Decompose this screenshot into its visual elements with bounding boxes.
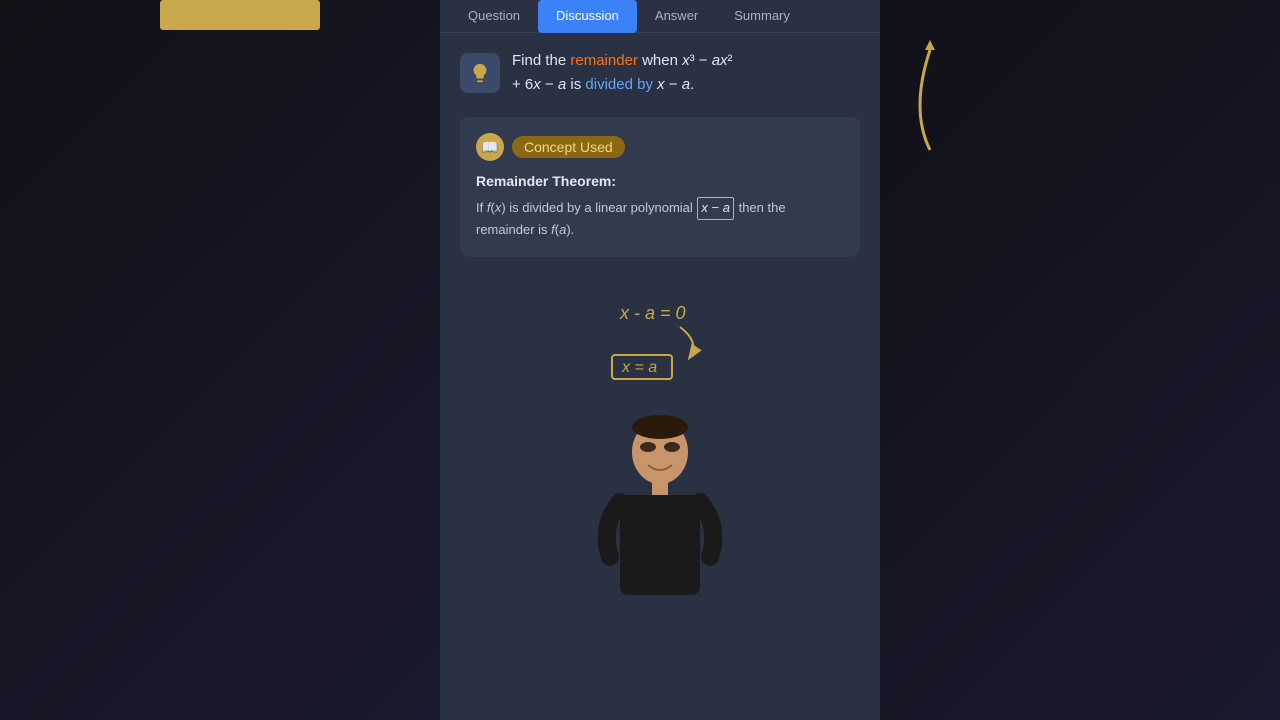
- thumbnail: [160, 0, 320, 30]
- theorem-title: Remainder Theorem:: [476, 173, 844, 189]
- arrow-decoration: [890, 40, 970, 160]
- question-prefix: Find the: [512, 52, 570, 69]
- tab-discussion[interactable]: Discussion: [538, 0, 637, 33]
- bulb-icon: [460, 53, 500, 93]
- tab-question[interactable]: Question: [450, 0, 538, 33]
- question-math: x³ − ax²: [682, 52, 732, 69]
- question-mid3: x − a.: [657, 76, 694, 93]
- book-icon: 📖: [476, 133, 504, 161]
- tabs-bar: Question Discussion Answer Summary: [440, 0, 880, 33]
- question-row: Find the remainder when x³ − ax² + 6x − …: [460, 49, 860, 97]
- teacher-svg: [595, 407, 725, 597]
- theorem-prefix: If f(x) is divided by a linear polynomia…: [476, 200, 696, 215]
- svg-text:x = a: x = a: [621, 359, 657, 376]
- svg-text:x - a = 0: x - a = 0: [619, 303, 686, 323]
- main-content: Question Discussion Answer Summary Find …: [440, 0, 880, 720]
- handwriting-area: x - a = 0 x = a: [460, 277, 860, 407]
- right-panel: [880, 0, 1280, 720]
- concept-label: Concept Used: [512, 136, 625, 158]
- question-mid2: + 6x − a is: [512, 76, 585, 93]
- question-highlight-divided: divided by: [585, 76, 653, 93]
- content-area: Find the remainder when x³ − ax² + 6x − …: [440, 33, 880, 720]
- question-mid1: when: [642, 52, 682, 69]
- teacher-figure: [595, 407, 725, 597]
- left-panel-bg: [0, 0, 440, 720]
- tab-summary[interactable]: Summary: [716, 0, 808, 33]
- question-text: Find the remainder when x³ − ax² + 6x − …: [512, 49, 733, 97]
- theorem-text: If f(x) is divided by a linear polynomia…: [476, 197, 844, 241]
- tab-answer[interactable]: Answer: [637, 0, 716, 33]
- concept-header: 📖 Concept Used: [476, 133, 844, 161]
- handwriting-svg: x - a = 0 x = a: [560, 287, 760, 387]
- right-panel-bg: [880, 0, 1280, 720]
- boxed-term: x − a: [697, 197, 734, 220]
- left-panel: [0, 0, 440, 720]
- question-highlight-remainder: remainder: [570, 52, 638, 69]
- concept-section: 📖 Concept Used Remainder Theorem: If f(x…: [460, 117, 860, 257]
- teacher-area: [460, 407, 860, 597]
